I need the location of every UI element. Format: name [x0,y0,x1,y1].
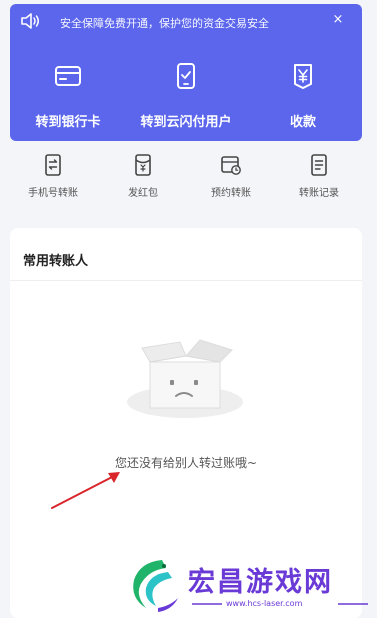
send-red-packet-label: 发红包 [128,188,158,199]
phone-transfer-icon [45,154,61,176]
scheduled-transfer-button[interactable]: 预约转账 [186,148,276,208]
receive-money-label: 收款 [289,115,316,130]
bank-card-icon [55,66,81,86]
transfer-to-bank-card-button[interactable]: 转到银行卡 [13,56,123,136]
frequent-payees-title: 常用转账人 [23,254,89,269]
transfer-record-button[interactable]: 转账记录 [274,148,364,208]
scheduled-transfer-label: 预约转账 [211,188,251,199]
phone-icon [177,63,195,89]
primary-actions: 转到银行卡 转到云闪付用户 收款 [10,56,362,136]
red-packet-icon [135,154,151,176]
security-notice-text: 安全保障免费开通，保护您的资金交易安全 [60,17,269,30]
security-notice-bar[interactable]: 安全保障免费开通，保护您的资金交易安全 × [10,4,362,38]
transfer-to-unionpay-user-label: 转到云闪付用户 [140,115,232,130]
close-icon[interactable]: × [330,12,346,28]
quick-actions: 手机号转账 发红包 预约转账 转账记录 [0,148,377,208]
receive-money-icon [294,64,312,89]
transfer-to-bank-card-label: 转到银行卡 [35,115,101,130]
watermark-url: www.hcs-laser.com [226,599,303,608]
receive-money-button[interactable]: 收款 [248,56,358,136]
send-red-packet-button[interactable]: 发红包 [98,148,188,208]
transfer-record-icon [311,154,327,176]
speaker-icon [21,13,39,29]
transfer-page: 安全保障免费开通，保护您的资金交易安全 × 转到银行卡 转到云闪付用户 收款 手… [0,0,377,618]
transfer-header-card: 安全保障免费开通，保护您的资金交易安全 × 转到银行卡 转到云闪付用户 收款 [10,4,362,141]
watermark: 宏昌游戏网 www.hcs-laser.com [118,548,377,618]
watermark-title: 宏昌游戏网 [188,567,333,598]
divider [10,280,362,281]
empty-box-icon [127,339,243,418]
dragon-logo-icon [133,560,178,612]
phone-number-transfer-label: 手机号转账 [28,188,78,199]
transfer-record-label: 转账记录 [299,188,339,199]
phone-number-transfer-button[interactable]: 手机号转账 [8,148,98,208]
scheduled-transfer-icon [221,156,241,175]
transfer-to-unionpay-user-button[interactable]: 转到云闪付用户 [131,56,241,136]
annotation-arrow-icon [51,472,120,509]
